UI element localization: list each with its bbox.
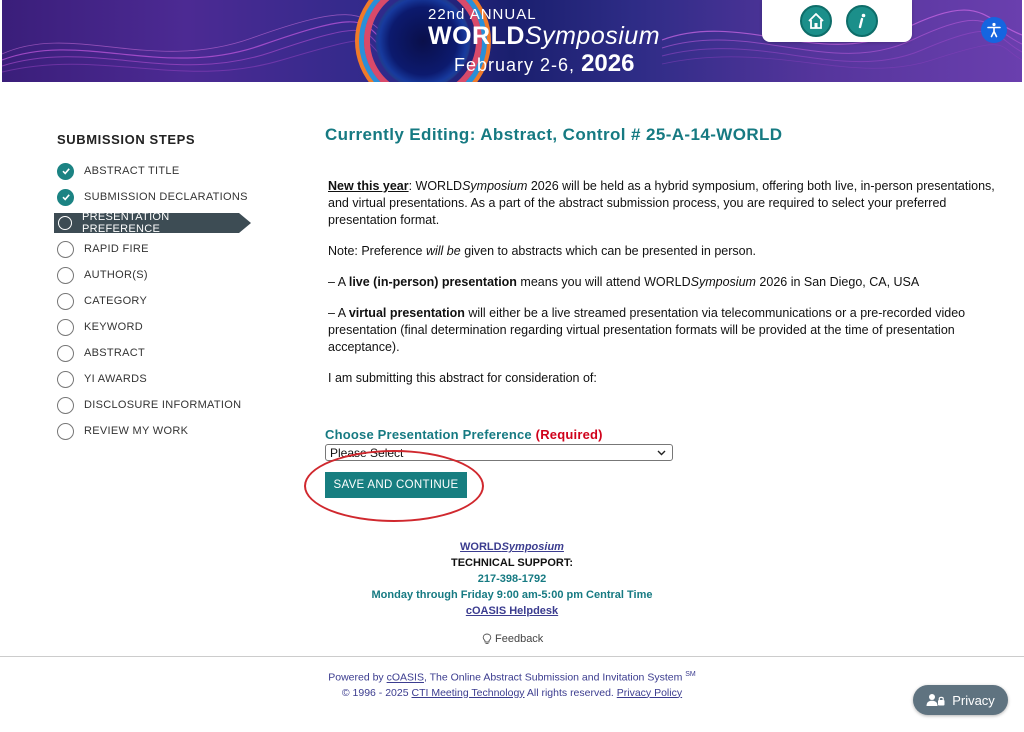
header-icon-panel (762, 0, 912, 42)
coasis-link[interactable]: cOASIS (387, 672, 424, 684)
step-label: AUTHOR(S) (84, 269, 148, 281)
accessibility-icon (987, 22, 1001, 38)
step-label: ABSTRACT (84, 347, 146, 359)
virtual-presentation-paragraph: – A virtual presentation will either be … (328, 306, 966, 354)
checkmark-icon (57, 162, 74, 180)
step-circle-icon (58, 216, 72, 230)
step-review-my-work[interactable]: REVIEW MY WORK (57, 418, 277, 444)
footer-divider (0, 656, 1024, 657)
feedback-label: Feedback (495, 633, 544, 645)
step-circle-icon (57, 240, 74, 258)
step-submission-declarations[interactable]: SUBMISSION DECLARATIONS (57, 184, 277, 210)
privacy-policy-link[interactable]: Privacy Policy (617, 687, 682, 699)
main-content: Currently Editing: Abstract, Control # 2… (304, 125, 1015, 522)
banner-annual: 22nd ANNUAL (428, 6, 537, 23)
technical-support: WORLDSymposium TECHNICAL SUPPORT: 217-39… (300, 539, 724, 619)
step-label: PRESENTATION PREFERENCE (82, 211, 170, 235)
step-disclosure-information[interactable]: DISCLOSURE INFORMATION (57, 392, 277, 418)
step-label: REVIEW MY WORK (84, 425, 189, 437)
intro-paragraph: New this year: WORLDSymposium 2026 will … (328, 179, 995, 227)
step-authors[interactable]: AUTHOR(S) (57, 262, 277, 288)
info-icon (858, 13, 866, 29)
support-hours: Monday through Friday 9:00 am-5:00 pm Ce… (371, 589, 653, 601)
step-label: DISCLOSURE INFORMATION (84, 399, 242, 411)
step-yi-awards[interactable]: YI AWARDS (57, 366, 277, 392)
consideration-paragraph: I am submitting this abstract for consid… (328, 371, 597, 385)
step-circle-icon (57, 370, 74, 388)
cti-link[interactable]: CTI Meeting Technology (412, 687, 525, 699)
presentation-preference-label: Choose Presentation Preference (Required… (325, 427, 603, 442)
note-paragraph: Note: Preference will be given to abstra… (328, 244, 757, 258)
privacy-label: Privacy (952, 692, 995, 708)
home-icon (808, 13, 824, 29)
step-category[interactable]: CATEGORY (57, 288, 277, 314)
banner-title: 22nd ANNUAL WORLDSymposium (428, 6, 660, 49)
step-label: YI AWARDS (84, 373, 148, 385)
support-heading: TECHNICAL SUPPORT: (450, 557, 574, 569)
save-and-continue-button[interactable]: SAVE AND CONTINUE (325, 472, 467, 498)
sidebar-title: SUBMISSION STEPS (57, 132, 196, 147)
step-label: CATEGORY (84, 295, 148, 307)
page-title: Currently Editing: Abstract, Control # 2… (325, 125, 783, 144)
submission-steps-sidebar: SUBMISSION STEPS ABSTRACT TITLE SUBMISSI… (54, 132, 277, 444)
helpdesk-link[interactable]: cOASIS Helpdesk (300, 603, 724, 619)
checkmark-icon (57, 188, 74, 206)
step-label: ABSTRACT TITLE (84, 165, 180, 177)
banner-world: WORLDSymposium (428, 22, 661, 50)
step-circle-icon (57, 422, 74, 440)
accessibility-button[interactable] (981, 17, 1007, 43)
footer-credits: Powered by cOASIS, The Online Abstract S… (0, 667, 1024, 701)
worldsymposium-link[interactable]: WORLDSymposium (300, 539, 724, 555)
feedback-link[interactable]: Feedback (482, 633, 543, 645)
step-presentation-preference[interactable]: PRESENTATION PREFERENCE (54, 211, 251, 235)
step-abstract[interactable]: ABSTRACT (57, 340, 277, 366)
step-circle-icon (57, 318, 74, 336)
step-circle-icon (57, 396, 74, 414)
privacy-button[interactable]: Privacy (913, 685, 1008, 715)
lightbulb-icon (482, 633, 492, 644)
step-label: RAPID FIRE (84, 243, 149, 255)
support-phone: 217-398-1792 (477, 573, 547, 585)
step-keyword[interactable]: KEYWORD (57, 314, 277, 340)
required-marker: (Required) (535, 427, 603, 442)
banner-dates: February 2-6, 2026 (454, 50, 635, 77)
info-button[interactable] (846, 5, 878, 37)
step-label: KEYWORD (84, 321, 143, 333)
step-circle-icon (57, 292, 74, 310)
privacy-user-icon (926, 694, 945, 706)
step-circle-icon (57, 266, 74, 284)
home-button[interactable] (800, 5, 832, 37)
step-label: SUBMISSION DECLARATIONS (84, 191, 248, 203)
step-rapid-fire[interactable]: RAPID FIRE (57, 236, 277, 262)
step-abstract-title[interactable]: ABSTRACT TITLE (57, 158, 277, 184)
step-circle-icon (57, 344, 74, 362)
powered-by-line: Powered by cOASIS, The Online Abstract S… (328, 671, 696, 684)
chevron-down-icon (657, 450, 666, 455)
copyright-line: © 1996 - 2025 CTI Meeting Technology All… (341, 686, 683, 699)
live-presentation-paragraph: – A live (in-person) presentation means … (328, 275, 920, 289)
